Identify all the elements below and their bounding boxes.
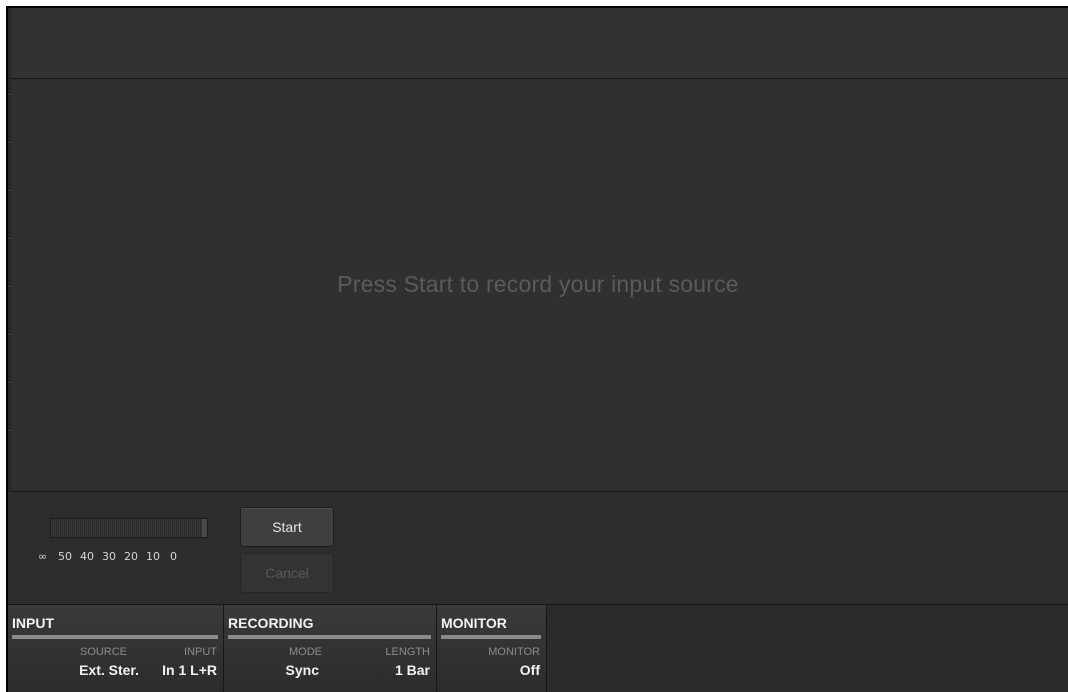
ruler-tick [8,142,11,143]
meter-scale-label: 20 [124,550,138,563]
meter-scale-label: 30 [102,550,116,563]
top-bar [8,8,1068,79]
param-group-underline [228,635,431,639]
meter-peak-segment [202,519,207,537]
ruler-tick [8,190,11,191]
param-group-input[interactable]: INPUT SOURCE Ext. Ster. INPUT In 1 L+R [8,605,224,692]
parameter-bar: INPUT SOURCE Ext. Ster. INPUT In 1 L+R R… [8,604,1068,692]
ruler-tick [8,286,11,287]
ruler-tick [8,334,11,335]
param-group-title: RECORDING [228,615,314,631]
waveform-area: Press Start to record your input source [8,79,1068,492]
mode-value[interactable]: Sync [286,662,319,678]
ruler-tick [8,94,11,95]
record-prompt: Press Start to record your input source [337,271,739,297]
meter-scale-label: 0 [170,550,177,563]
mode-label: MODE [289,646,322,658]
monitor-value[interactable]: Off [520,662,540,678]
source-label: SOURCE [79,646,127,658]
meter-scale-label: 50 [58,550,72,563]
param-group-underline [441,635,541,639]
param-bar-empty [547,605,1068,692]
meter-scale-label: ∞ [38,550,48,563]
input-value[interactable]: In 1 L+R [162,662,217,678]
param-group-recording[interactable]: RECORDING MODE Sync LENGTH 1 Bar [224,605,437,692]
transport-section: ∞ 50 40 30 20 10 0 Start Cancel [8,492,1068,604]
start-button[interactable]: Start [240,507,334,547]
left-ruler [8,8,11,493]
ruler-tick [8,238,11,239]
input-label: INPUT [184,646,217,658]
param-group-title: INPUT [12,615,54,631]
cancel-button[interactable]: Cancel [240,553,334,593]
meter-scale: ∞ 50 40 30 20 10 0 [38,550,218,564]
length-value[interactable]: 1 Bar [395,662,430,678]
param-group-title: MONITOR [441,615,507,631]
length-label: LENGTH [385,646,430,658]
source-value[interactable]: Ext. Ster. [79,662,139,678]
meter-scale-label: 10 [146,550,160,563]
param-group-underline [12,635,218,639]
param-group-monitor[interactable]: MONITOR MONITOR Off [437,605,547,692]
input-level-meter [50,518,208,538]
meter-scale-label: 40 [80,550,94,563]
ruler-tick [8,430,11,431]
monitor-label: MONITOR [488,646,540,658]
sampling-record-screen: Press Start to record your input source … [6,6,1068,692]
ruler-tick [8,382,11,383]
